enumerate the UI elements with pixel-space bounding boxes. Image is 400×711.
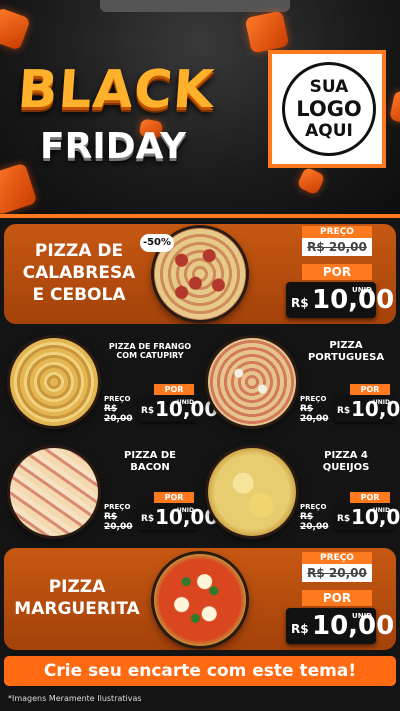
currency-symbol: R$	[337, 406, 351, 416]
por-label: POR	[302, 590, 372, 606]
offer-tile-queijos: PIZZA 4 QUEIJOS POR PREÇO R$ 20,00 R$ 10…	[200, 444, 400, 542]
featured-offer-calabresa: PIZZA DE CALABRESA E CEBOLA -50% PREÇO R…	[4, 224, 396, 324]
unit-label: UNID	[372, 399, 390, 406]
pizza-bacon-image	[10, 448, 98, 536]
decor-cube	[389, 90, 400, 124]
new-price: R$ 10,00 UNID	[286, 282, 394, 318]
currency-symbol: R$	[141, 406, 155, 416]
new-price: R$ 10,00 UNID	[334, 504, 400, 530]
preco-label: PREÇO	[300, 503, 327, 511]
product-name-line: COM CATUPIRY	[116, 351, 184, 361]
preco-label: PREÇO	[104, 503, 131, 511]
stage-light	[100, 0, 290, 12]
logo-text-line: SUA	[309, 76, 349, 97]
logo-circle: SUA LOGO AQUI	[282, 62, 376, 156]
new-price: R$ 10,00 UNID	[138, 396, 218, 422]
product-name-line: MARGUERITA	[14, 599, 140, 619]
offer-tile-bacon: PIZZA DE BACON POR PREÇO R$ 20,00 R$ 10,…	[4, 444, 218, 542]
product-name: PIZZA 4 QUEIJOS	[296, 450, 396, 473]
product-name: PIZZA PORTUGUESA	[296, 340, 396, 363]
unit-label: UNID	[352, 612, 372, 620]
logo-text-line: LOGO	[296, 96, 362, 121]
product-name-line: CALABRESA	[22, 263, 136, 283]
pizza-frango-image	[10, 338, 98, 426]
currency-symbol: R$	[337, 514, 351, 524]
decor-cube	[0, 7, 31, 51]
disclaimer-text: *Imagens Meramente Ilustrativas	[8, 694, 142, 703]
currency-symbol: R$	[141, 514, 155, 524]
preco-label: PREÇO	[302, 226, 372, 238]
product-name-line: PIZZA 4	[324, 450, 368, 461]
pizza-portuguesa-image	[208, 338, 296, 426]
product-name: PIZZA DE BACON	[100, 450, 200, 473]
old-price-block: PREÇO R$ 20,00	[104, 394, 138, 424]
por-label: POR	[154, 384, 194, 395]
decor-cube	[244, 10, 290, 54]
product-name-line: QUEIJOS	[322, 461, 370, 473]
old-price: R$ 20,00	[300, 404, 329, 424]
product-name-line: PORTUGUESA	[307, 351, 385, 363]
product-name-line: BACON	[130, 461, 170, 473]
old-price-block: PREÇO R$ 20,00	[300, 502, 334, 532]
new-price: R$ 10,00 UNID	[138, 504, 218, 530]
logo-text-line: AQUI	[305, 120, 353, 141]
currency-symbol: R$	[291, 296, 309, 310]
offer-tile-frango: PIZZA DE FRANGO COM CATUPIRY POR PREÇO R…	[4, 334, 218, 432]
headline-black: BLACK	[15, 60, 217, 120]
old-price: R$ 20,00	[104, 404, 133, 424]
product-name-line: PIZZA DE	[124, 450, 176, 461]
black-friday-header: BLACK FRIDAY SUA LOGO AQUI	[0, 0, 400, 215]
pizza-marguerita-image	[154, 554, 246, 646]
header-divider	[0, 214, 400, 218]
featured-offer-marguerita: PIZZA MARGUERITA PREÇO R$ 20,00 POR R$ 1…	[4, 548, 396, 650]
decor-cube	[296, 166, 326, 196]
product-name: PIZZA DE CALABRESA E CEBOLA	[14, 240, 144, 306]
product-name: PIZZA DE FRANGO COM CATUPIRY	[100, 342, 200, 360]
por-label: POR	[154, 492, 194, 503]
old-price-block: PREÇO R$ 20,00	[104, 502, 138, 532]
product-name: PIZZA MARGUERITA	[12, 576, 142, 620]
unit-label: UNID	[176, 507, 194, 514]
currency-symbol: R$	[291, 622, 309, 636]
old-price: R$ 20,00	[302, 564, 372, 582]
cta-banner[interactable]: Crie seu encarte com este tema!	[4, 656, 396, 686]
old-price: R$ 20,00	[104, 512, 133, 532]
por-label: POR	[302, 264, 372, 280]
preco-label: PREÇO	[104, 395, 131, 403]
old-price: R$ 20,00	[300, 512, 329, 532]
old-price-block: PREÇO R$ 20,00	[300, 394, 334, 424]
por-label: POR	[350, 384, 390, 395]
logo-placeholder: SUA LOGO AQUI	[268, 50, 386, 168]
por-label: POR	[350, 492, 390, 503]
new-price: R$ 10,00 UNID	[286, 608, 394, 644]
preco-label: PREÇO	[302, 552, 372, 564]
product-name-line: PIZZA	[48, 577, 106, 597]
unit-label: UNID	[372, 507, 390, 514]
offer-tile-portuguesa: PIZZA PORTUGUESA POR PREÇO R$ 20,00 R$ 1…	[200, 334, 400, 432]
product-name-line: PIZZA	[329, 340, 363, 351]
product-name-line: E CEBOLA	[32, 285, 126, 305]
unit-label: UNID	[352, 286, 372, 294]
new-price: R$ 10,00 UNID	[334, 396, 400, 422]
old-price: R$ 20,00	[302, 238, 372, 256]
discount-badge: -50%	[140, 234, 174, 252]
product-name-line: PIZZA DE FRANGO	[108, 342, 192, 351]
headline-friday: FRIDAY	[40, 126, 187, 167]
preco-label: PREÇO	[300, 395, 327, 403]
unit-label: UNID	[176, 399, 194, 406]
pizza-queijos-image	[208, 448, 296, 536]
decor-cube	[0, 162, 38, 215]
product-name-line: PIZZA DE	[34, 241, 124, 261]
